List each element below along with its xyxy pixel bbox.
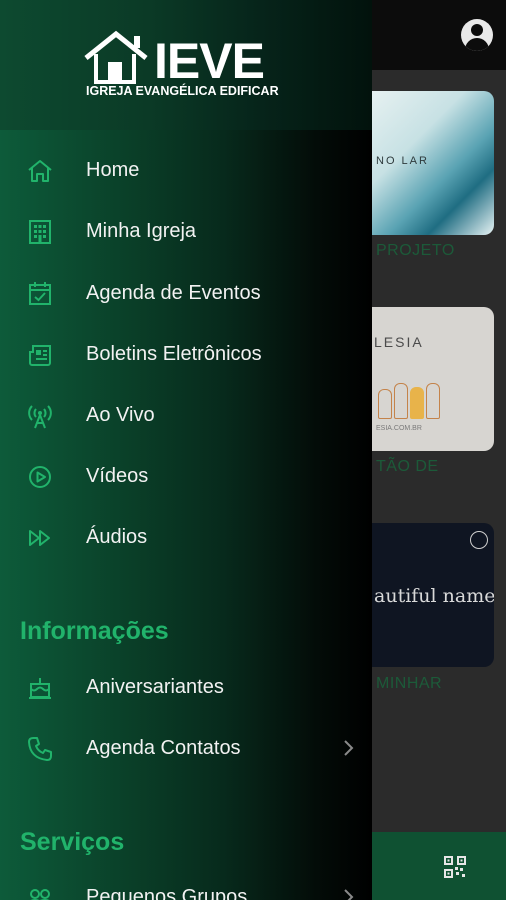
house-logo-icon — [84, 30, 148, 84]
card-caption: TÃO DE — [376, 458, 439, 475]
calendar-check-icon — [29, 282, 51, 305]
menu-item-label: Áudios — [86, 526, 148, 548]
menu-item-label: Ao Vivo — [86, 404, 155, 426]
fast-forward-icon — [29, 530, 50, 546]
newspaper-icon — [29, 345, 51, 366]
people-illustration — [372, 369, 452, 419]
drawer-header: IEVE IGREJA EVANGÉLICA EDIFICAR — [0, 0, 372, 130]
menu-item-agenda-contatos[interactable]: Agenda Contatos — [0, 721, 372, 775]
menu-item-label: Boletins Eletrônicos — [86, 343, 262, 365]
menu-item-label: Agenda de Eventos — [86, 282, 261, 304]
menu-item-label: Aniversariantes — [86, 676, 224, 698]
cake-icon — [29, 678, 51, 699]
menu-item-label: Vídeos — [86, 465, 149, 487]
menu-item-minha-igreja[interactable]: Minha Igreja — [0, 204, 372, 258]
section-title-servicos: Serviços — [20, 828, 125, 856]
card-url: ESIA.COM.BR — [376, 425, 422, 432]
card-title: NO LAR — [376, 155, 429, 167]
broadcast-tower-icon — [28, 405, 52, 429]
menu-item-label: Home — [86, 159, 140, 181]
logo-subtitle: IGREJA EVANGÉLICA EDIFICAR — [86, 84, 279, 98]
menu-item-home[interactable]: Home — [0, 143, 372, 197]
menu-item-label: Agenda Contatos — [86, 737, 241, 759]
card-title: autiful name — [374, 585, 494, 607]
group-icon — [30, 889, 50, 900]
chevron-right-icon — [344, 740, 354, 756]
section-title-informacoes: Informações — [20, 617, 169, 645]
church-logo: IEVE IGREJA EVANGÉLICA EDIFICAR — [84, 30, 294, 102]
chevron-right-icon — [344, 889, 354, 900]
menu-item-agenda-eventos[interactable]: Agenda de Eventos — [0, 266, 372, 320]
menu-item-aniversariantes[interactable]: Aniversariantes — [0, 660, 372, 714]
content-card[interactable]: NO LAR — [372, 91, 494, 235]
menu-item-label: Minha Igreja — [86, 220, 197, 242]
play-circle-icon — [29, 466, 51, 488]
building-icon — [29, 220, 51, 244]
navigation-drawer: IEVE IGREJA EVANGÉLICA EDIFICAR Home Min… — [0, 0, 372, 900]
account-circle-icon[interactable] — [461, 19, 493, 51]
menu-item-label: Pequenos Grupos — [86, 886, 248, 900]
qr-code-icon[interactable] — [444, 856, 466, 878]
menu-item-boletins[interactable]: Boletins Eletrônicos — [0, 327, 372, 381]
logo-wordmark: IEVE — [154, 33, 265, 89]
menu-item-videos[interactable]: Vídeos — [0, 449, 372, 503]
card-title: LESIA — [374, 334, 424, 350]
brand-logo-icon — [470, 531, 488, 549]
content-card[interactable]: autiful name — [372, 523, 494, 667]
card-caption: MINHAR — [376, 675, 443, 692]
content-card[interactable]: LESIA ESIA.COM.BR — [372, 307, 494, 451]
card-caption: PROJETO — [376, 242, 455, 259]
home-icon — [28, 160, 52, 182]
menu-item-audios[interactable]: Áudios — [0, 510, 372, 564]
menu-item-pequenos-grupos[interactable]: Pequenos Grupos — [0, 870, 372, 900]
phone-icon — [28, 737, 52, 761]
menu-item-ao-vivo[interactable]: Ao Vivo — [0, 388, 372, 442]
